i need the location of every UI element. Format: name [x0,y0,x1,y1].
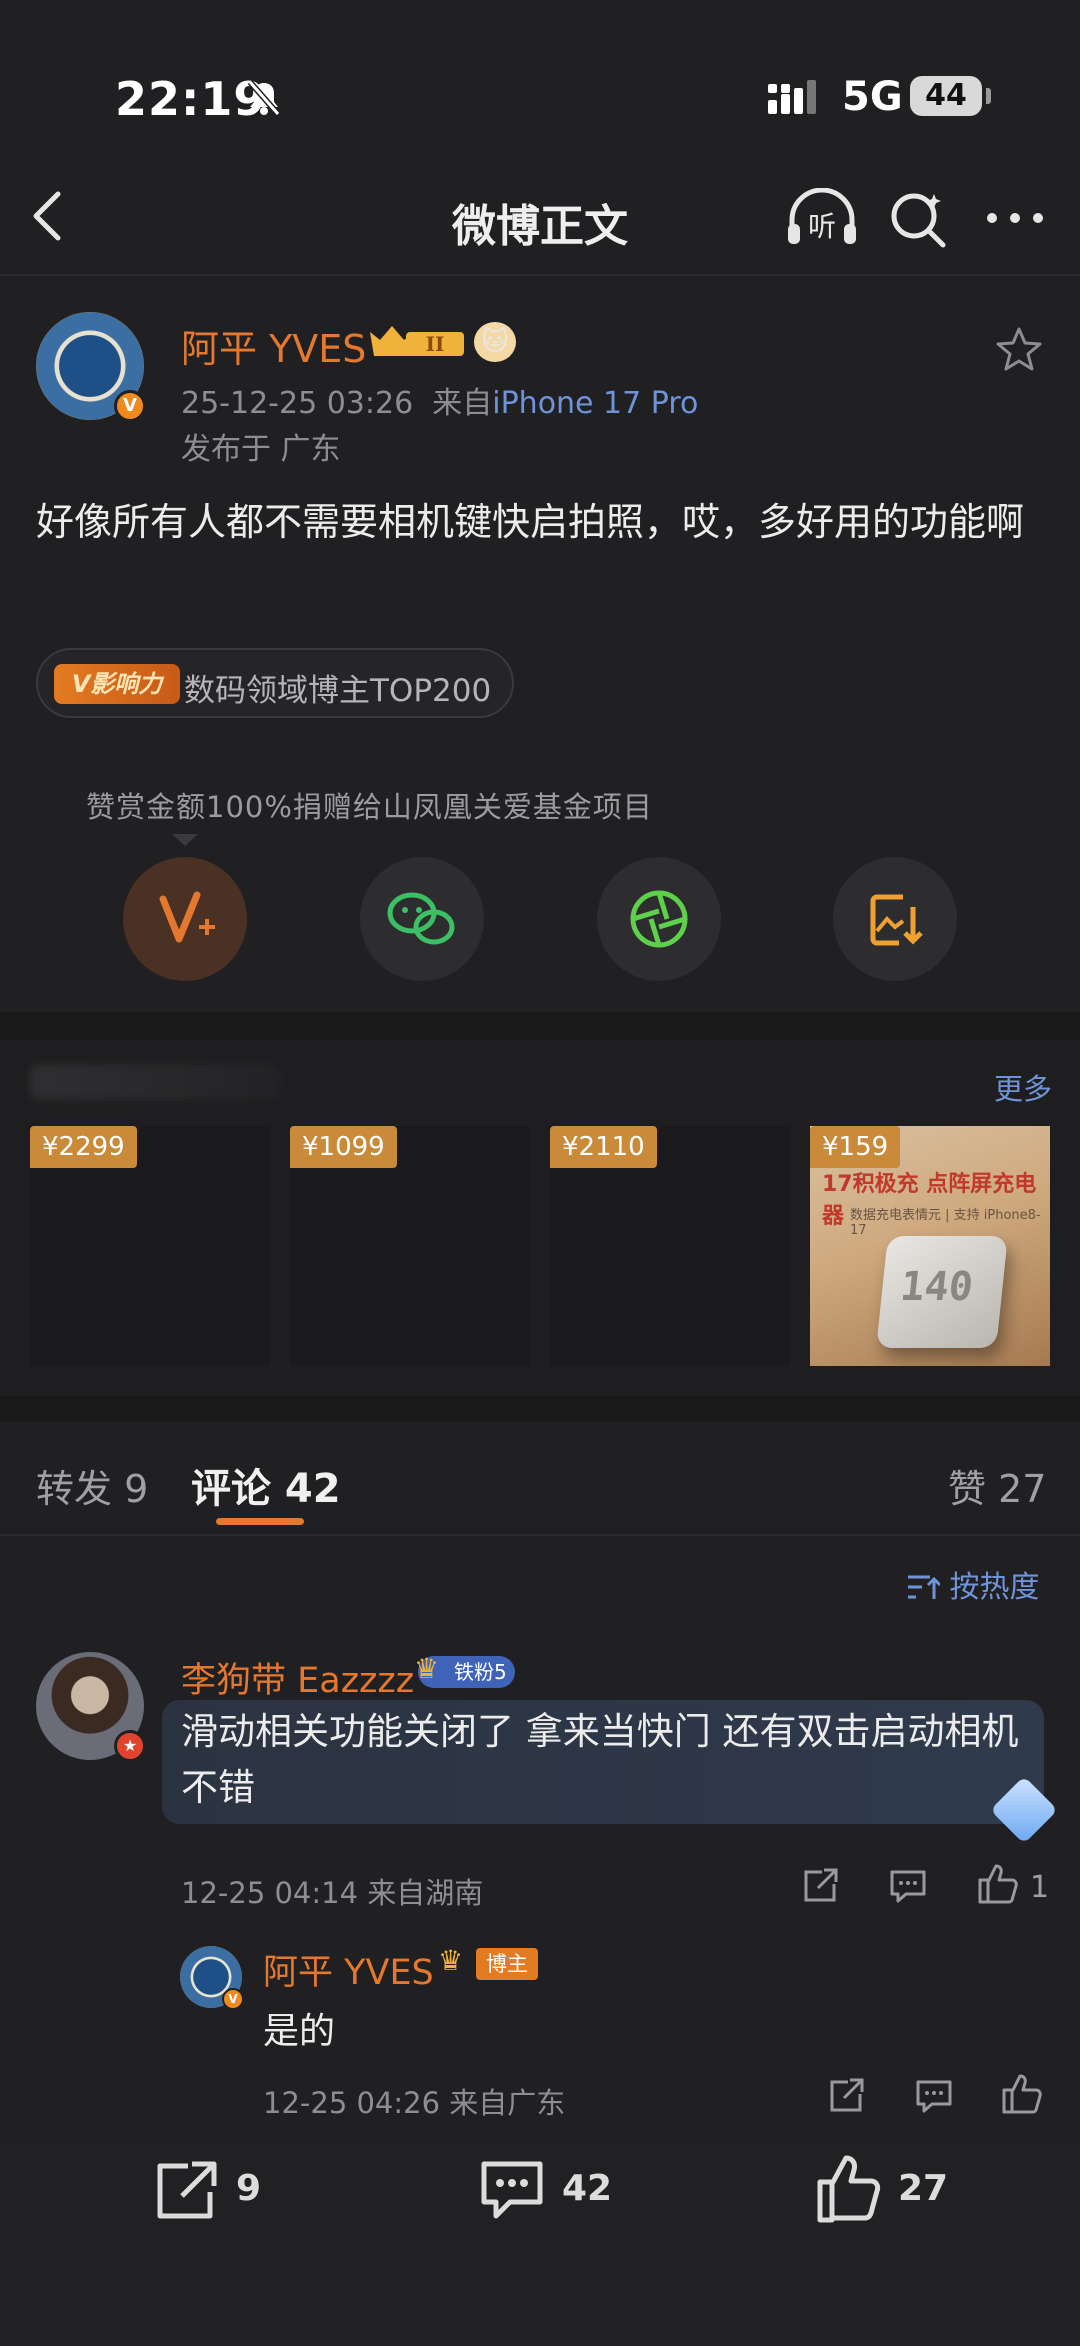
post-time: 25-12-25 03:26 [181,386,414,421]
shop-more-link[interactable]: 更多 [994,1066,1052,1108]
active-tab-indicator [216,1518,304,1525]
shop-title-blurred [30,1064,280,1100]
reply-text: 是的 [263,2011,336,2052]
reply-reply-icon[interactable] [914,2076,954,2120]
reply-meta: 12-25 04:26 来自广东 [263,2086,566,2120]
signal-icon [768,80,828,118]
charger-display-text: 140 [898,1264,976,1310]
post-text: 好像所有人都不需要相机键快启拍照，哎，多好用的功能啊 [36,500,1025,544]
comment-like-count: 1 [1030,1870,1050,1905]
product-price: ¥2110 [550,1126,657,1168]
reward-tip-text: 赞赏金额100%捐赠给山凤凰关爱基金项目 [86,790,653,824]
comment-reply-icon[interactable] [888,1866,928,1910]
sort-button[interactable]: 按热度 [906,1562,1040,1606]
post-meta: 25-12-25 03:26 来自iPhone 17 Pro [181,378,698,422]
source-device-link[interactable]: iPhone 17 Pro [492,386,698,421]
product-card[interactable]: ¥1099 [290,1126,530,1366]
network-label: 5G [842,74,903,120]
product-card[interactable]: 17积极充 点阵屏充电器 数据充电表情元 | 支持 iPhone8-17 140… [810,1126,1050,1366]
moments-share-button[interactable] [597,857,721,981]
tabs-divider [0,1534,1080,1536]
repost-count: 9 [236,2168,262,2209]
product-subtitle: 数据充电表情元 | 支持 iPhone8-17 [850,1208,1041,1238]
author-name[interactable]: 阿平 YVES [181,318,366,373]
svg-text:II: II [426,332,445,356]
verified-badge: V [114,390,146,422]
wechat-share-button[interactable] [360,857,484,981]
influence-text: 数码领域博主TOP200 [184,673,492,709]
comment-text: 滑动相关功能关闭了 拿来当快门 还有双击启动相机不错 [181,1710,1019,1809]
reply-like-icon[interactable] [1000,2072,1044,2120]
save-image-button[interactable] [833,857,957,981]
tab-likes[interactable]: 赞 27 [948,1458,1046,1513]
section-gap [0,1012,1080,1040]
search-icon[interactable] [888,188,950,254]
product-card[interactable]: ¥2110 [550,1126,790,1366]
battery-indicator: 44 [910,76,982,116]
comment-share-icon[interactable] [800,1866,840,1910]
reply-share-icon[interactable] [826,2076,866,2120]
author-badge: 博主 [476,1948,538,1980]
cat-emoji-icon: 🐱 [474,322,516,362]
crown-icon: ♛ [414,1652,440,1685]
product-card[interactable]: ¥2299 [30,1126,270,1366]
verified-badge: V [222,1988,244,2010]
comment-button[interactable] [478,2158,546,2226]
product-price: ¥159 [810,1126,901,1168]
comment-count: 42 [562,2168,613,2209]
favorite-star-icon[interactable] [996,326,1042,376]
comment-like-icon[interactable] [976,1862,1020,1910]
tab-comments[interactable]: 评论 42 [191,1456,341,1514]
comment-meta: 12-25 04:14 来自湖南 [181,1876,484,1910]
tip-pointer [172,834,198,846]
member-crown-badge: II [366,322,470,366]
tab-repost[interactable]: 转发 9 [36,1458,148,1513]
crown-icon: ♛ [438,1944,464,1977]
commenter-name[interactable]: 李狗带 Eazzzz [181,1652,414,1703]
like-button[interactable] [816,2152,884,2228]
influence-pill[interactable]: V影响力 数码领域博主TOP200 [36,648,514,718]
influence-logo: V影响力 [54,664,180,704]
charger-image: 140 [876,1236,1008,1348]
sort-label: 按热度 [949,1570,1040,1605]
more-icon[interactable] [985,210,1045,229]
product-price: ¥1099 [290,1126,397,1168]
repost-button[interactable] [152,2158,220,2226]
like-count: 27 [898,2168,949,2209]
battery-tip [986,88,991,104]
listen-button[interactable]: 听 [786,187,858,252]
section-gap [0,1396,1080,1422]
header-divider [0,274,1080,276]
post-location: 发布于 广东 [181,432,341,467]
reply-author-name[interactable]: 阿平 YVES [263,1944,434,1995]
source-prefix: 来自 [432,386,493,421]
product-price: ¥2299 [30,1126,137,1168]
sort-icon [908,1575,942,1599]
bell-muted-icon [244,78,284,122]
svg-text:听: 听 [808,210,836,243]
commenter-badge-icon: ★ [114,1730,146,1762]
reward-button[interactable] [123,857,247,981]
